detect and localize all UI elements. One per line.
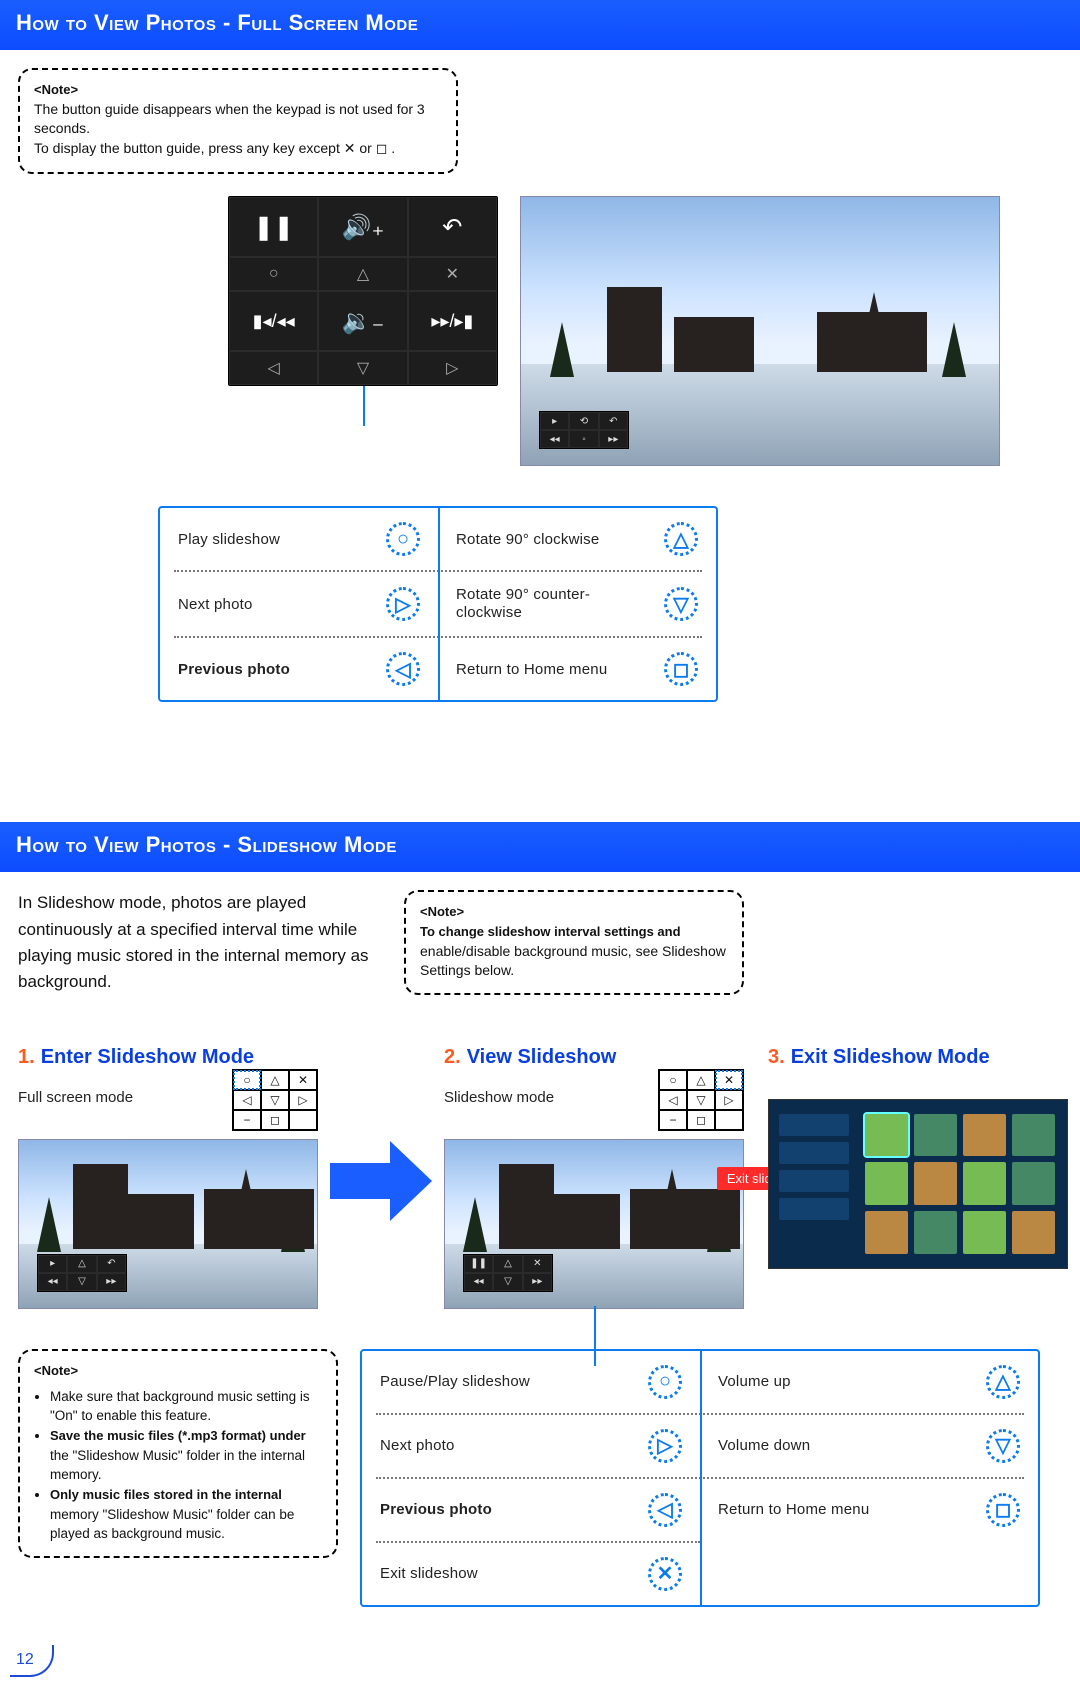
note1-line1: The button guide disappears when the key… [34,101,425,137]
pause-icon: ❚❚ [229,197,318,257]
step1-photo: ▸△↶ ◂◂▽▸▸ [18,1139,318,1309]
legend-item: Previous photo [380,1501,636,1518]
step2-title: 2.View Slideshow [444,1046,744,1069]
note2-line1: To change slideshow interval settings an… [420,924,681,939]
keypad-large: ❚❚ 🔊₊ ↶ ○ △ ✕ ▮◂/◂◂ 🔉₋ ▸▸/▸▮ ◁ ▽ ▷ [228,196,498,386]
legend-item: Rotate 90° clockwise [456,531,652,548]
undo-icon: ↶ [408,197,497,257]
overlay-keypad: ▸△↶ ◂◂▽▸▸ [37,1254,127,1292]
legend-item: Exit slideshow [380,1565,636,1582]
note3-heading: <Note> [34,1363,78,1378]
left-key-icon: ◁ [386,652,420,686]
note-box-3: <Note> Make sure that background music s… [18,1349,338,1558]
legend-item: Return to Home menu [718,1501,974,1518]
note1-line2c: . [391,140,395,156]
legend-item: Volume up [718,1373,974,1390]
circle-key-icon: ○ [648,1365,682,1399]
down-key-icon: ▽ [986,1429,1020,1463]
legend-item: Volume down [718,1437,974,1454]
step2-photo: ❚❚△✕ ◂◂▽▸▸ [444,1139,744,1309]
step3-thumbnail-grid [768,1099,1068,1269]
page-number: 12 [16,1651,34,1669]
left-key-icon: ◁ [229,351,318,385]
right-key-icon: ▷ [408,351,497,385]
x-key-icon: ✕ [408,257,497,291]
circle-key-icon: ○ [229,257,318,291]
section-title-fullscreen: How to View Photos - Full Screen Mode [0,0,1080,50]
circle-key-icon: ○ [386,522,420,556]
step2-sub: Slideshow mode [444,1089,554,1106]
note2-heading: <Note> [420,904,464,919]
legend-item: Next photo [380,1437,636,1454]
legend-fullscreen: Play slideshow ○ Rotate 90° clockwise △ Ne… [158,506,718,702]
sample-photo-large: ▸⟲↶ ◂◂◦▸▸ [520,196,1000,466]
arrow-icon [330,1136,432,1226]
prev-track-icon: ▮◂/◂◂ [229,291,318,351]
square-icon: ◻ [376,142,388,158]
step3-title: 3.Exit Slideshow Mode [768,1046,1068,1069]
left-key-icon: ◁ [648,1493,682,1527]
x-key-icon: ✕ [648,1557,682,1591]
note2-line2: enable/disable background music, see Sli… [420,943,726,979]
next-track-icon: ▸▸/▸▮ [408,291,497,351]
note-box-2: <Note> To change slideshow interval sett… [404,890,744,994]
slideshow-intro: In Slideshow mode, photos are played con… [18,890,378,995]
legend-item: Rotate 90° counter-clockwise [456,586,652,622]
legend-item: Next photo [178,596,374,613]
up-key-icon: △ [664,522,698,556]
note-box-1: <Note> The button guide disappears when … [18,68,458,174]
up-key-icon: △ [318,257,407,291]
right-key-icon: ▷ [386,587,420,621]
mini-keypad-1: ○△✕ ◁▽▷ −◻ [232,1069,318,1131]
volume-up-icon: 🔊₊ [318,197,407,257]
square-key-icon: ◻ [986,1493,1020,1527]
note3-bullet: Only music files stored in the internal … [50,1485,322,1544]
note3-bullet: Make sure that background music setting … [50,1387,322,1426]
legend-item: Return to Home menu [456,661,652,678]
x-icon: ✕ [344,142,356,158]
step1-title: 1.Enter Slideshow Mode [18,1046,318,1069]
note1-line2a: To display the button guide, press any k… [34,140,344,156]
overlay-keypad: ❚❚△✕ ◂◂▽▸▸ [463,1254,553,1292]
legend-item: Pause/Play slideshow [380,1373,636,1390]
overlay-keypad: ▸⟲↶ ◂◂◦▸▸ [539,411,629,449]
down-key-icon: ▽ [318,351,407,385]
legend-slideshow: Pause/Play slideshow ○ Volume up △ Next ph… [360,1349,1040,1607]
mini-keypad-2: ○△✕ ◁▽▷ −◻ [658,1069,744,1131]
down-key-icon: ▽ [664,587,698,621]
section-title-slideshow: How to View Photos - Slideshow Mode [0,822,1080,872]
step1-sub: Full screen mode [18,1089,133,1106]
right-key-icon: ▷ [648,1429,682,1463]
note1-heading: <Note> [34,82,78,97]
volume-down-icon: 🔉₋ [318,291,407,351]
legend-item: Previous photo [178,661,374,678]
up-key-icon: △ [986,1365,1020,1399]
square-key-icon: ◻ [664,652,698,686]
note3-bullet: Save the music files (*.mp3 format) unde… [50,1426,322,1485]
note1-line2b: or [359,140,375,156]
legend-item: Play slideshow [178,531,374,548]
